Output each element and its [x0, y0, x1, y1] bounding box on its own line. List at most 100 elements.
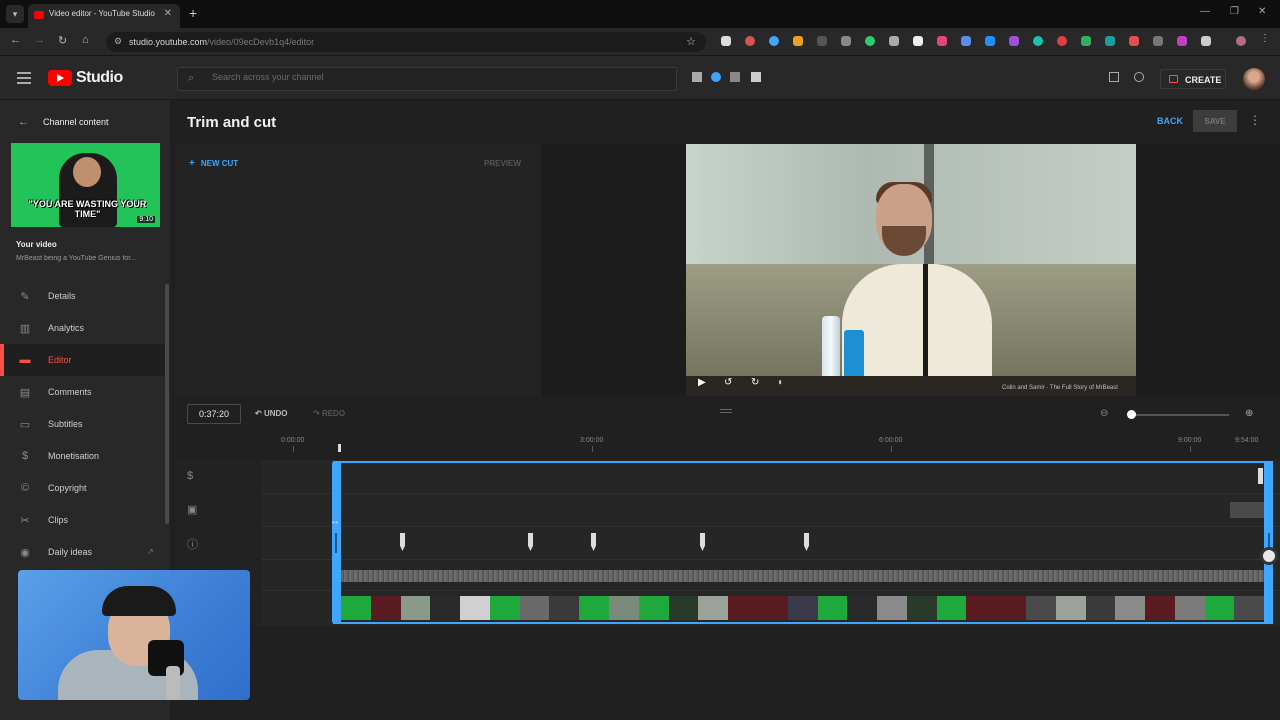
extension-icon[interactable] [1105, 36, 1115, 46]
extension-icon[interactable] [692, 72, 702, 82]
extension-icon[interactable] [1009, 36, 1019, 46]
extension-icon[interactable] [913, 36, 923, 46]
trim-handle-left[interactable] [332, 461, 341, 624]
url-field[interactable]: ⚙ studio.youtube.com/video/09ecDevb1q4/e… [106, 32, 706, 52]
reload-icon[interactable]: ↻ [58, 34, 67, 47]
new-tab-icon[interactable]: + [189, 5, 197, 21]
extension-icon[interactable] [985, 36, 995, 46]
sidebar-item-subtitles[interactable]: ▭ Subtitles [0, 408, 165, 440]
back-arrow-icon: ← [18, 116, 29, 128]
extension-icon[interactable] [751, 72, 761, 82]
zoom-out-icon[interactable]: ⊖ [1100, 408, 1108, 419]
extension-icon[interactable] [961, 36, 971, 46]
extension-icon[interactable] [889, 36, 899, 46]
ruler-label: 6:00:00 [879, 437, 903, 444]
tab-search-icon[interactable]: ▾ [6, 5, 24, 23]
channel-content-link[interactable]: ← Channel content [18, 116, 109, 128]
pencil-icon: ✎ [20, 291, 30, 303]
video-preview[interactable] [686, 144, 1136, 396]
redo-button[interactable]: ↷ REDO [313, 409, 345, 418]
minimize-icon[interactable]: — [1200, 6, 1210, 17]
create-label: CREATE [1185, 75, 1222, 85]
extension-icon[interactable] [937, 36, 947, 46]
video-watermark: Colin and Samir · The Full Story of MrBe… [1002, 385, 1118, 391]
zoom-slider[interactable] [1131, 414, 1229, 416]
sidebar-item-comments[interactable]: ▤ Comments [0, 376, 165, 408]
create-button[interactable]: CREATE [1160, 69, 1226, 89]
back-button[interactable]: BACK [1157, 116, 1183, 126]
sidebar-nav: ✎ Details ▥ Analytics ▬ Editor ▤ Comments ▭ S… [0, 280, 165, 568]
account-avatar[interactable] [1243, 68, 1265, 90]
zoom-slider-knob[interactable] [1127, 410, 1136, 419]
extension-icon[interactable] [745, 36, 755, 46]
video-thumbnail[interactable]: "YOU ARE WASTING YOUR TIME" 9:10 [11, 143, 160, 227]
browser-tab[interactable]: Video editor - YouTube Studio ✕ [28, 4, 180, 28]
youtube-logo-icon[interactable] [48, 70, 72, 86]
search-input[interactable] [212, 72, 652, 82]
extension-icon[interactable] [841, 36, 851, 46]
extension-icon[interactable] [730, 72, 740, 82]
volume-icon[interactable]: ◐ [778, 377, 784, 388]
profile-icon[interactable] [1236, 36, 1246, 46]
new-cut-button[interactable]: + NEW CUT [189, 158, 238, 169]
sidebar-item-details[interactable]: ✎ Details [0, 280, 165, 312]
search-box[interactable]: ⌕ [177, 67, 677, 91]
timeline-scroll-handle[interactable] [1260, 547, 1278, 565]
ruler-label: 9:00:00 [1178, 437, 1202, 444]
playhead-marker[interactable] [338, 444, 341, 452]
sidebar-item-label: Copyright [48, 483, 87, 493]
sidebar-item-editor[interactable]: ▬ Editor [0, 344, 165, 376]
bookmark-star-icon[interactable]: ☆ [686, 35, 696, 48]
extension-icon[interactable] [1033, 36, 1043, 46]
rewind-icon[interactable]: ↺ [724, 377, 732, 388]
play-icon[interactable]: ▶ [698, 377, 706, 388]
help-icon[interactable] [1134, 72, 1144, 82]
extension-icon[interactable] [1129, 36, 1139, 46]
forward-icon[interactable]: ↻ [751, 377, 759, 388]
back-arrow-icon[interactable]: ← [10, 34, 21, 46]
info-icon: ⓘ [187, 539, 198, 551]
panel-resize-handle[interactable] [720, 409, 732, 413]
extension-icon[interactable] [1081, 36, 1091, 46]
menu-icon[interactable] [17, 72, 31, 87]
comments-icon: ▤ [19, 387, 31, 399]
trim-selection [333, 461, 1273, 624]
browser-menu-icon[interactable]: ⋮ [1260, 33, 1270, 44]
sidebar-item-daily-ideas[interactable]: ◉ Daily ideas ↗ [0, 536, 165, 568]
more-options-icon[interactable]: ⋮ [1249, 113, 1261, 127]
save-button[interactable]: SAVE [1193, 110, 1237, 132]
extensions-puzzle-icon[interactable] [1201, 36, 1211, 46]
feedback-icon[interactable] [1109, 72, 1119, 82]
sidebar-item-monetisation[interactable]: $ Monetisation [0, 440, 165, 472]
extension-icon[interactable] [1057, 36, 1067, 46]
sidebar-item-copyright[interactable]: © Copyright [0, 472, 165, 504]
home-icon[interactable]: ⌂ [82, 34, 89, 46]
extension-icon[interactable] [793, 36, 803, 46]
sidebar-item-clips[interactable]: ✂ Clips [0, 504, 165, 536]
trim-handle-right[interactable] [1264, 461, 1273, 624]
webcam-overlay [18, 570, 250, 700]
sidebar-scrollbar[interactable] [165, 284, 169, 524]
maximize-icon[interactable]: ❐ [1230, 6, 1239, 17]
copyright-icon: © [20, 482, 30, 494]
sidebar-item-analytics[interactable]: ▥ Analytics [0, 312, 165, 344]
browser-tab-bar: ▾ Video editor - YouTube Studio ✕ + — ❐ … [0, 0, 1280, 28]
extension-icon[interactable] [1177, 36, 1187, 46]
extension-icon[interactable] [721, 36, 731, 46]
undo-button[interactable]: ↶ UNDO [255, 409, 288, 418]
extension-icon[interactable] [1153, 36, 1163, 46]
extension-icon[interactable] [865, 36, 875, 46]
sidebar-item-label: Comments [48, 387, 92, 397]
current-time-field[interactable]: 0:37:20 [187, 404, 241, 424]
extension-icon[interactable] [817, 36, 827, 46]
extension-icon[interactable] [711, 72, 721, 82]
tab-close-icon[interactable]: ✕ [164, 8, 172, 19]
zoom-in-icon[interactable]: ⊕ [1245, 408, 1253, 419]
extension-icon[interactable] [769, 36, 779, 46]
window-close-icon[interactable]: ✕ [1258, 6, 1266, 17]
video-camera-icon [1169, 75, 1178, 83]
search-icon: ⌕ [188, 72, 195, 84]
site-info-icon[interactable]: ⚙ [114, 36, 122, 47]
preview-button[interactable]: PREVIEW [484, 159, 521, 168]
forward-arrow-icon[interactable]: → [34, 34, 45, 46]
